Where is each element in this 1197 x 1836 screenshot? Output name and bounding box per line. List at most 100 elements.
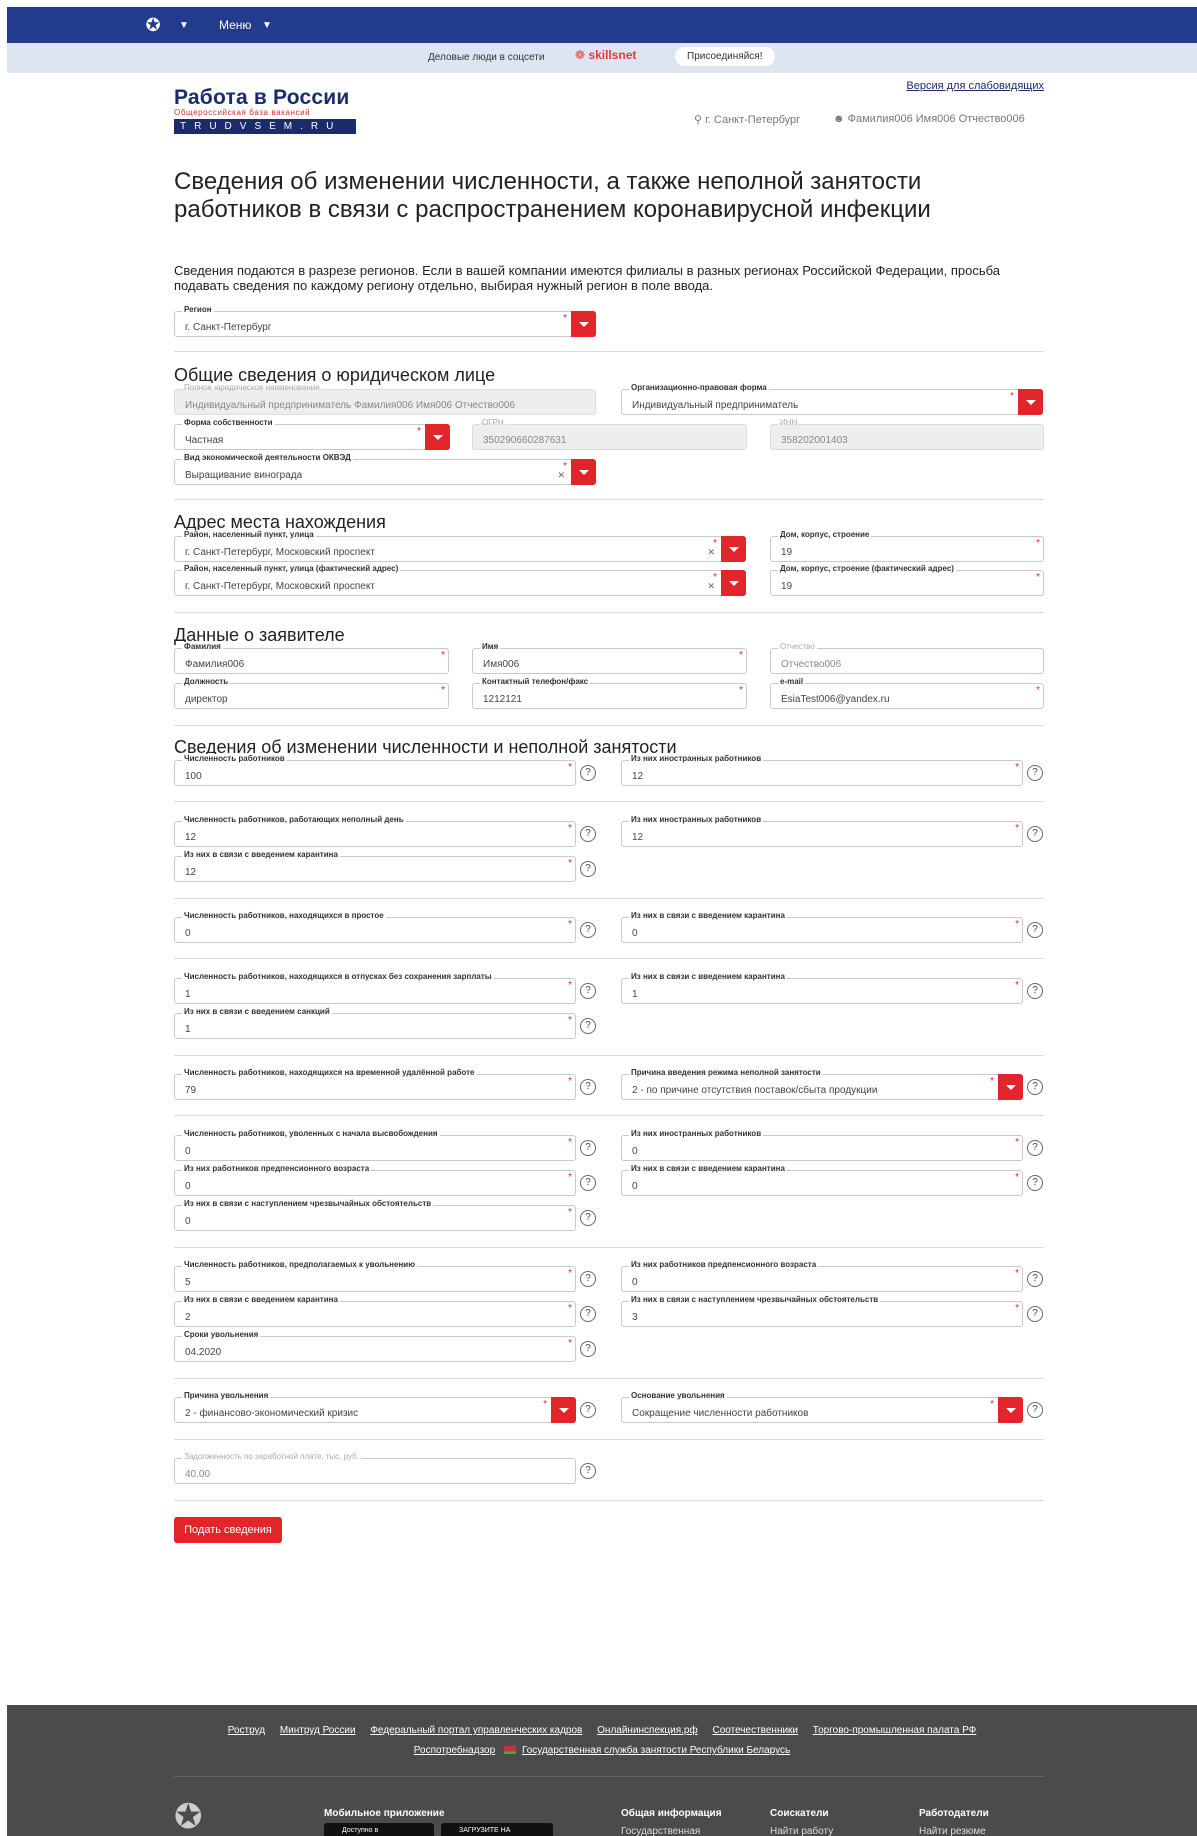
dismissed-field[interactable]: Численность работников, уволенных с нача… bbox=[174, 1129, 576, 1161]
dropdown-arrow-icon[interactable] bbox=[551, 1397, 576, 1423]
idle-field[interactable]: Численность работников, находящихся в пр… bbox=[174, 911, 576, 943]
street-select[interactable]: Район, населенный пункт, улица г. Санкт-… bbox=[174, 530, 746, 562]
planned-emergency-field[interactable]: Из них в связи с наступлением чрезвычайн… bbox=[621, 1295, 1023, 1327]
help-icon[interactable]: ? bbox=[1027, 1402, 1043, 1418]
chevron-down-icon[interactable]: ▼ bbox=[262, 20, 272, 31]
help-icon[interactable]: ? bbox=[580, 1271, 596, 1287]
idle-quarantine-field[interactable]: Из них в связи с введением карантина 0 * bbox=[621, 911, 1023, 943]
help-icon[interactable]: ? bbox=[1027, 983, 1043, 999]
app-store-button[interactable]: Доступно в bbox=[324, 1823, 434, 1836]
phone-field[interactable]: Контактный телефон/факс 1212121 * bbox=[472, 677, 747, 709]
help-icon[interactable]: ? bbox=[580, 765, 596, 781]
footer-link[interactable]: Государственная служба занятости Республ… bbox=[522, 1745, 790, 1756]
footer-link[interactable]: Минтруд России bbox=[280, 1725, 356, 1736]
help-icon[interactable]: ? bbox=[580, 1306, 596, 1322]
dropdown-arrow-icon[interactable] bbox=[721, 536, 746, 562]
accessibility-version-link[interactable]: Версия для слабовидящих bbox=[906, 80, 1044, 92]
unpaid-leave-quarantine-field[interactable]: Из них в связи с введением карантина 1 * bbox=[621, 972, 1023, 1004]
help-icon[interactable]: ? bbox=[580, 1210, 596, 1226]
help-icon[interactable]: ? bbox=[1027, 922, 1043, 938]
first-name-field[interactable]: Имя Имя006 * bbox=[472, 642, 747, 674]
remote-field[interactable]: Численность работников, находящихся на в… bbox=[174, 1068, 576, 1100]
help-icon[interactable]: ? bbox=[580, 861, 596, 877]
chevron-down-icon[interactable]: ▼ bbox=[179, 20, 189, 31]
region-select[interactable]: Регион г. Санкт-Петербург * bbox=[174, 305, 596, 337]
help-icon[interactable]: ? bbox=[1027, 1140, 1043, 1156]
footer-col-seekers-item[interactable]: Найти работу bbox=[770, 1826, 833, 1836]
email-field[interactable]: e-mail EsiaTest006@yandex.ru * bbox=[770, 677, 1044, 709]
dismissal-dates-field[interactable]: Сроки увольнения 04.2020 * bbox=[174, 1330, 576, 1362]
help-icon[interactable]: ? bbox=[1027, 1306, 1043, 1322]
reason-part-time-select[interactable]: Причина введения режима неполной занятос… bbox=[621, 1068, 1023, 1100]
help-icon[interactable]: ? bbox=[580, 1175, 596, 1191]
wage-debt-field[interactable]: Задолженность по заработной плате, тыс. … bbox=[174, 1452, 576, 1484]
google-play-button[interactable]: ЗАГРУЗИТЕ НА bbox=[441, 1823, 553, 1836]
coat-of-arms-icon[interactable]: ✪ bbox=[141, 14, 165, 36]
help-icon[interactable]: ? bbox=[1027, 765, 1043, 781]
ownership-select[interactable]: Форма собственности Частная * bbox=[174, 418, 450, 450]
dropdown-arrow-icon[interactable] bbox=[571, 311, 596, 337]
menu-button[interactable]: Меню bbox=[219, 18, 251, 32]
dismissed-prepension-field[interactable]: Из них работников предпенсионного возрас… bbox=[174, 1164, 576, 1196]
user-profile[interactable]: ☻ Фамилия006 Имя006 Отчество006 bbox=[833, 113, 1025, 125]
help-icon[interactable]: ? bbox=[580, 1341, 596, 1357]
footer-link[interactable]: Роспотребнадзор bbox=[414, 1745, 495, 1756]
help-icon[interactable]: ? bbox=[580, 1079, 596, 1095]
footer-link[interactable]: Федеральный портал управленческих кадров bbox=[370, 1725, 582, 1736]
help-icon[interactable]: ? bbox=[1027, 826, 1043, 842]
location-selector[interactable]: ⚲ г. Санкт-Петербург bbox=[694, 113, 800, 126]
dismissed-emergency-field[interactable]: Из них в связи с наступлением чрезвычайн… bbox=[174, 1199, 576, 1231]
okved-select[interactable]: Вид экономической деятельности ОКВЭД Выр… bbox=[174, 453, 596, 485]
clear-icon[interactable]: ✕ bbox=[557, 470, 565, 481]
dropdown-arrow-icon[interactable] bbox=[998, 1074, 1023, 1100]
footer-link[interactable]: Соотечественники bbox=[712, 1725, 798, 1736]
help-icon[interactable]: ? bbox=[580, 1140, 596, 1156]
planned-dismissal-field[interactable]: Численность работников, предполагаемых к… bbox=[174, 1260, 576, 1292]
site-logo[interactable]: Работа в России Общероссийская база вака… bbox=[174, 86, 356, 134]
help-icon[interactable]: ? bbox=[580, 1402, 596, 1418]
footer-col-info-item[interactable]: Государственная bbox=[621, 1826, 700, 1836]
clear-icon[interactable]: ✕ bbox=[707, 547, 715, 558]
help-icon[interactable]: ? bbox=[580, 922, 596, 938]
street-fact-select[interactable]: Район, населенный пункт, улица (фактичес… bbox=[174, 564, 746, 596]
skillsnet-logo[interactable]: ❁ skillsnet bbox=[575, 48, 636, 62]
help-icon[interactable]: ? bbox=[1027, 1079, 1043, 1095]
part-time-foreign-field[interactable]: Из них иностранных работников 12 * bbox=[621, 815, 1023, 847]
dismissal-basis-select[interactable]: Основание увольнения Сокращение численнос… bbox=[621, 1391, 1023, 1423]
help-icon[interactable]: ? bbox=[580, 1018, 596, 1034]
part-time-quarantine-field[interactable]: Из них в связи с введением карантина 12 * bbox=[174, 850, 576, 882]
org-form-select[interactable]: Организационно-правовая форма Индивидуал… bbox=[621, 383, 1043, 415]
help-icon[interactable]: ? bbox=[580, 983, 596, 999]
dismissed-foreign-field[interactable]: Из них иностранных работников 0 * bbox=[621, 1129, 1023, 1161]
dropdown-arrow-icon[interactable] bbox=[571, 459, 596, 485]
footer-link[interactable]: Роструд bbox=[228, 1725, 265, 1736]
unpaid-leave-sanctions-field[interactable]: Из них в связи с введением санкций 1 * bbox=[174, 1007, 576, 1039]
position-field[interactable]: Должность директор * bbox=[174, 677, 449, 709]
help-icon[interactable]: ? bbox=[1027, 1175, 1043, 1191]
planned-quarantine-field[interactable]: Из них в связи с введением карантина 2 * bbox=[174, 1295, 576, 1327]
planned-prepension-field[interactable]: Из них работников предпенсионного возрас… bbox=[621, 1260, 1023, 1292]
clear-icon[interactable]: ✕ bbox=[707, 581, 715, 592]
dismissed-quarantine-field[interactable]: Из них в связи с введением карантина 0 * bbox=[621, 1164, 1023, 1196]
dropdown-arrow-icon[interactable] bbox=[425, 424, 450, 450]
dropdown-arrow-icon[interactable] bbox=[998, 1397, 1023, 1423]
footer-link[interactable]: Торгово-промышленная палата РФ bbox=[813, 1725, 976, 1736]
unpaid-leave-field[interactable]: Численность работников, находящихся в от… bbox=[174, 972, 576, 1004]
dropdown-arrow-icon[interactable] bbox=[721, 570, 746, 596]
part-time-field[interactable]: Численность работников, работающих непол… bbox=[174, 815, 576, 847]
house-fact-field[interactable]: Дом, корпус, строение (фактический адрес… bbox=[770, 564, 1044, 596]
help-icon[interactable]: ? bbox=[580, 826, 596, 842]
headcount-foreign-field[interactable]: Из них иностранных работников 12 * bbox=[621, 754, 1023, 786]
help-icon[interactable]: ? bbox=[1027, 1271, 1043, 1287]
dismissal-reason-select[interactable]: Причина увольнения 2 - финансово-экономич… bbox=[174, 1391, 576, 1423]
middle-name-field[interactable]: Отчество Отчество006 bbox=[770, 642, 1044, 674]
headcount-field[interactable]: Численность работников 100 * bbox=[174, 754, 576, 786]
submit-button[interactable]: Подать сведения bbox=[174, 1517, 282, 1543]
house-field[interactable]: Дом, корпус, строение 19 * bbox=[770, 530, 1044, 562]
last-name-field[interactable]: Фамилия Фамилия006 * bbox=[174, 642, 449, 674]
footer-col-employers-item[interactable]: Найти резюме bbox=[919, 1826, 986, 1836]
join-button[interactable]: Присоединяйся! bbox=[675, 47, 775, 66]
dropdown-arrow-icon[interactable] bbox=[1018, 389, 1043, 415]
help-icon[interactable]: ? bbox=[580, 1463, 596, 1479]
footer-link[interactable]: Онлайнинспекция.рф bbox=[597, 1725, 698, 1736]
